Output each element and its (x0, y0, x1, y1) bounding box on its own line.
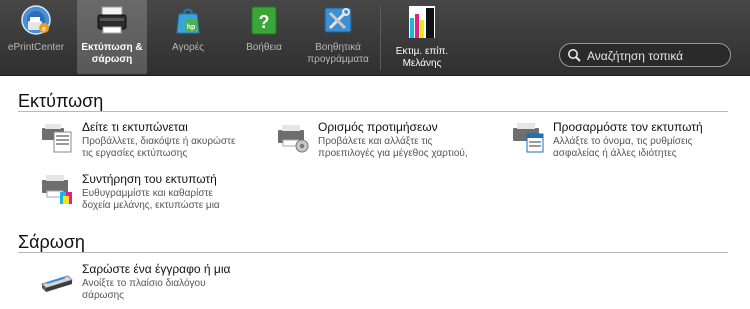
printer-customize-icon (513, 123, 544, 153)
help-icon: ? (251, 6, 277, 35)
shop-button[interactable]: hp Αγορές (154, 0, 222, 74)
print-section-title: Εκτύπωση (18, 91, 104, 111)
scanner-icon (41, 275, 73, 292)
print-scan-label-line1: Εκτύπωση & (81, 42, 143, 53)
see-whats-printing-desc: Προβάλλετε, διακόψτε ή ακυρώστε τις εργα… (82, 136, 272, 160)
scan-document-desc-line2: σάρωσης (82, 290, 125, 301)
print-section-divider (18, 111, 728, 112)
print-scan-label-line2: σάρωση (91, 54, 133, 65)
eprintcenter-icon: e (21, 5, 51, 35)
eprintcenter-button[interactable]: e ePrintCenter (0, 0, 72, 74)
toolbar-separator (380, 6, 381, 70)
customize-printer-desc: Αλλάξτε το όνομα, τις ρυθμίσεις ασφαλεία… (553, 136, 743, 160)
ink-levels-label: Εκτιμ. επίπ. Μελάνης (384, 46, 460, 70)
ink-levels-icon (409, 6, 435, 38)
see-whats-printing-title: Δείτε τι εκτυπώνεται (82, 120, 188, 134)
scan-section-title: Σάρωση (18, 232, 85, 252)
printer-icon (97, 6, 127, 34)
see-whats-printing-desc-line2: τις εργασίες εκτύπωσης (82, 148, 188, 159)
help-label: Βοήθεια (246, 42, 282, 53)
set-preferences-desc: Προβάλετε και αλλάξτε τις προεπιλογές γι… (318, 136, 508, 160)
printer-maintenance-icon (42, 175, 72, 204)
top-toolbar: e ePrintCenter Εκτύπωση & σάρωση hp Αγορ… (0, 0, 750, 76)
see-whats-printing-item[interactable]: Δείτε τι εκτυπώνεται Προβάλλετε, διακόψτ… (40, 120, 260, 164)
set-preferences-title: Ορισμός προτιμήσεων (318, 120, 438, 134)
utilities-tools-icon (324, 7, 352, 33)
svg-text:e: e (42, 26, 46, 33)
utilities-label: Βοηθητικά προγράμματα (300, 42, 376, 66)
ink-levels-label-line1: Εκτιμ. επίπ. (395, 46, 449, 57)
set-preferences-item[interactable]: Ορισμός προτιμήσεων Προβάλετε και αλλάξτ… (276, 120, 496, 164)
search-placeholder: Αναζήτηση τοπικά (587, 49, 684, 63)
printer-queue-icon (42, 124, 72, 153)
maintain-printer-title: Συντήρηση του εκτυπωτή (82, 172, 217, 186)
shopping-bag-icon: hp (176, 8, 200, 34)
eprintcenter-label: ePrintCenter (7, 42, 65, 53)
maintain-printer-desc-line1: Ευθυγραμμίστε και καθαρίστε (82, 188, 213, 199)
see-whats-printing-desc-line1: Προβάλλετε, διακόψτε ή ακυρώστε (82, 136, 236, 147)
customize-printer-desc-line2: ασφαλείας ή άλλες ιδιότητες (553, 148, 677, 159)
scan-document-desc-line1: Ανοίξτε το πλαίσιο διαλόγου (82, 278, 206, 289)
svg-text:hp: hp (187, 24, 196, 31)
ink-levels-button[interactable]: Εκτιμ. επίπ. Μελάνης (384, 0, 460, 74)
set-preferences-desc-line2: προεπιλογές για μέγεθος χαρτιού, (318, 148, 468, 159)
scan-document-title: Σαρώστε ένα έγγραφο ή μια (82, 262, 231, 276)
set-preferences-desc-line1: Προβάλετε και αλλάξτε τις (318, 136, 433, 147)
utilities-label-line2: προγράμματα (307, 54, 369, 65)
printer-preferences-icon (278, 125, 309, 153)
print-scan-label: Εκτύπωση & σάρωση (77, 42, 147, 66)
svg-text:?: ? (259, 12, 270, 32)
customize-printer-desc-line1: Αλλάξτε το όνομα, τις ρυθμίσεις (553, 136, 693, 147)
ink-levels-label-line2: Μελάνης (402, 58, 442, 69)
shop-label: Αγορές (171, 42, 205, 53)
customize-printer-item[interactable]: Προσαρμόστε τον εκτυπωτή Αλλάξτε το όνομ… (511, 120, 736, 164)
search-input[interactable]: Αναζήτηση τοπικά (559, 43, 731, 67)
scan-document-desc: Ανοίξτε το πλαίσιο διαλόγου σάρωσης (82, 278, 272, 302)
search-icon (568, 49, 581, 62)
help-button[interactable]: ? Βοήθεια (230, 0, 298, 74)
print-scan-button[interactable]: Εκτύπωση & σάρωση (77, 0, 147, 74)
customize-printer-title: Προσαρμόστε τον εκτυπωτή (553, 120, 703, 134)
maintain-printer-item[interactable]: Συντήρηση του εκτυπωτή Ευθυγραμμίστε και… (40, 172, 260, 216)
scan-document-item[interactable]: Σαρώστε ένα έγγραφο ή μια Ανοίξτε το πλα… (40, 262, 270, 306)
maintain-printer-desc-line2: δοχεία μελάνης, εκτυπώστε μια (82, 200, 220, 211)
utilities-label-line1: Βοηθητικά (315, 42, 361, 53)
maintain-printer-desc: Ευθυγραμμίστε και καθαρίστε δοχεία μελάν… (82, 188, 272, 212)
utilities-button[interactable]: Βοηθητικά προγράμματα (300, 0, 376, 74)
scan-section-divider (18, 252, 728, 253)
